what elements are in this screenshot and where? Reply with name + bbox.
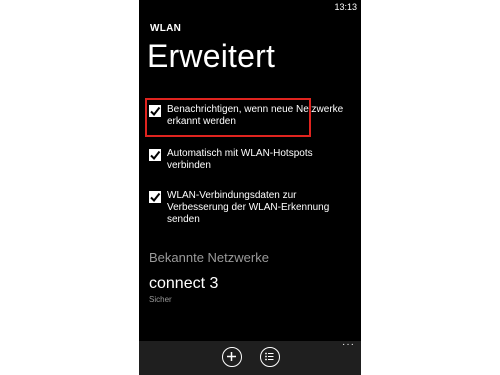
- known-networks-header: Bekannte Netzwerke: [149, 250, 269, 265]
- list-button[interactable]: [260, 347, 280, 367]
- checkmark-icon: [150, 150, 161, 161]
- phone-screen: 13:13 WLAN Erweitert Benachrichtigen, we…: [139, 0, 361, 375]
- page-title: Erweitert: [147, 38, 276, 74]
- network-name: connect 3: [149, 275, 219, 292]
- add-button[interactable]: [222, 347, 242, 367]
- status-time: 13:13: [334, 2, 357, 12]
- network-status: Sicher: [149, 295, 172, 304]
- checkbox-auto-connect[interactable]: [149, 149, 161, 161]
- option-auto-connect-hotspots[interactable]: Automatisch mit WLAN-Hotspots verbinden: [149, 148, 349, 172]
- app-title: WLAN: [150, 23, 182, 34]
- option-label: Automatisch mit WLAN-Hotspots verbinden: [167, 148, 313, 171]
- app-bar: ···: [139, 339, 361, 375]
- option-send-wlan-data[interactable]: WLAN-Verbindungsdaten zur Verbesserung d…: [149, 190, 349, 226]
- checkmark-icon: [150, 192, 161, 203]
- more-options[interactable]: ···: [342, 339, 355, 350]
- highlight-box: [145, 98, 311, 137]
- checkbox-send-data[interactable]: [149, 191, 161, 203]
- option-label: WLAN-Verbindungsdaten zur Verbesserung d…: [167, 190, 330, 225]
- add-icon: [227, 352, 236, 361]
- list-icon: [265, 352, 274, 361]
